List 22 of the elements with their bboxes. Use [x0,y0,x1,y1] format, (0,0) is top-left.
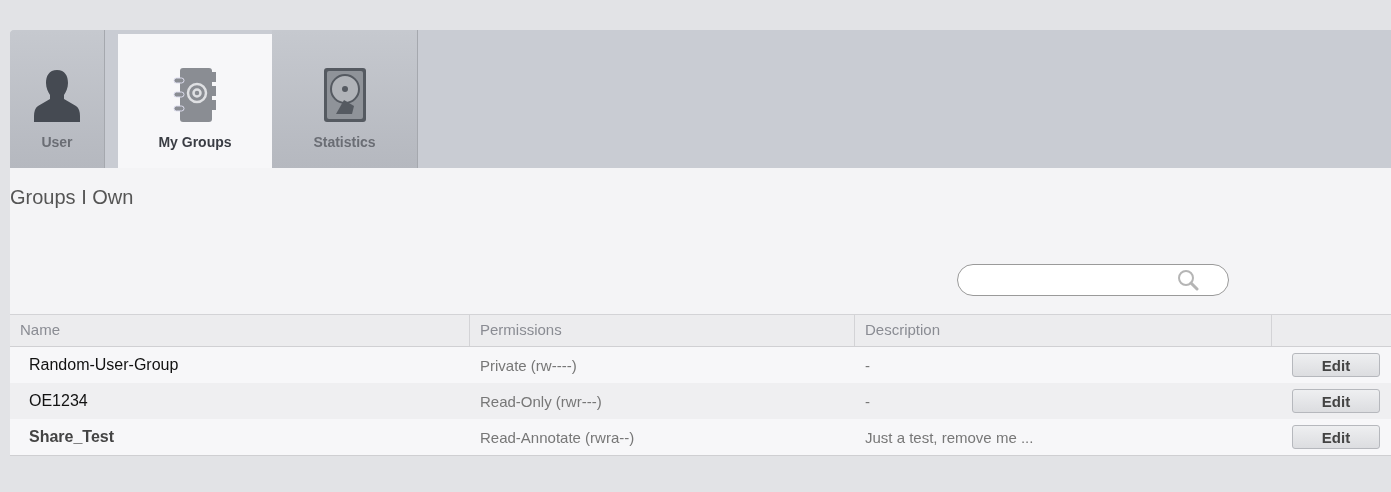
permissions-cell-text: Read-Only (rwr---) [479,392,603,410]
person-silhouette-icon [34,68,80,124]
tab[interactable]: My Groups [118,34,272,168]
search-icon [1176,269,1200,291]
group-name: OE1234 [28,392,89,410]
column-header: Name [10,315,470,346]
hard-drive-icon [321,66,368,124]
column-header: Permissions [470,315,855,346]
section-title: Groups I Own [10,186,134,208]
description-cell-text: - [864,392,871,410]
permissions-cell-text: Read-Annotate (rwra--) [479,428,636,446]
description-cell-text: Just a test, remove me ... [864,428,1035,446]
edit-button[interactable]: Edit [1292,353,1380,377]
address-book-icon [172,66,218,124]
column-header: Description [855,315,1272,346]
edit-button[interactable]: Edit [1292,425,1380,449]
search-field[interactable] [957,264,1229,296]
permissions-cell-text: Private (rw----) [479,356,578,374]
description-cell-text: - [864,356,871,374]
group-name: Random-User-Group [28,356,180,374]
edit-button[interactable]: Edit [1292,389,1380,413]
group-name: Share_Test [28,428,116,446]
